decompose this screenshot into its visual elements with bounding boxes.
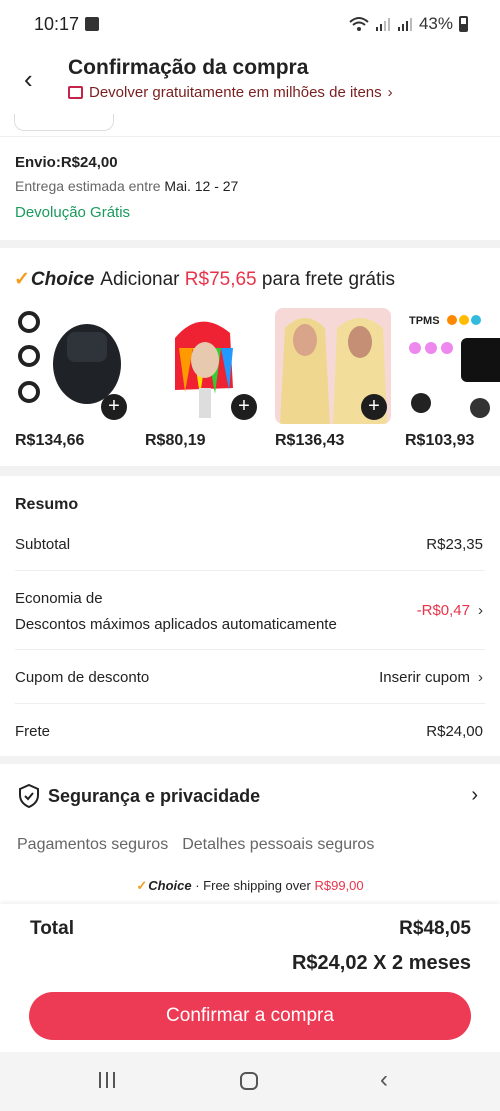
coupon-link: Inserir cupom <box>379 669 470 686</box>
back-nav-icon[interactable]: ‹ <box>380 1066 388 1094</box>
status-right: 43% <box>349 14 468 34</box>
shipping-fee-row: Frete R$24,00 <box>15 723 483 740</box>
security-section: Segurança e privacidade › Pagamentos seg… <box>0 764 500 904</box>
chevron-right-icon: › <box>387 84 393 101</box>
image-notification-icon <box>85 17 99 31</box>
confirm-purchase-button[interactable]: Confirmar a compra <box>29 992 471 1040</box>
recent-apps-icon[interactable] <box>99 1072 115 1088</box>
back-chevron-icon[interactable]: ‹ <box>24 64 33 95</box>
product-image[interactable]: + <box>275 308 391 424</box>
total-value: R$48,05 <box>399 918 471 939</box>
checkmark-icon: ✓ <box>14 269 30 290</box>
choice-logo-small: ✓Choice <box>136 878 192 893</box>
discount-subtext: Descontos máximos aplicados automaticame… <box>15 616 337 633</box>
quantity-pill[interactable] <box>14 114 114 131</box>
installment-text: R$24,02 X 2 meses <box>291 952 471 974</box>
header: ‹ Confirmação da compra Devolver gratuit… <box>0 50 500 120</box>
delivery-prefix: Entrega estimada entre <box>15 178 161 194</box>
security-title: Segurança e privacidade <box>48 786 261 806</box>
summary-title: Resumo <box>15 496 79 513</box>
product-card[interactable]: + R$136,43 <box>275 308 391 450</box>
free-shipping-banner: ✓Choice · Free shipping over R$99,00 <box>0 878 500 894</box>
return-box-icon <box>68 86 83 99</box>
subtotal-label: Subtotal <box>15 536 71 553</box>
secure-payments: Pagamentos seguros <box>17 836 169 853</box>
chevron-right-icon: › <box>478 669 483 686</box>
free-returns-text: Devolver gratuitamente em milhões de ite… <box>89 84 382 101</box>
coupon-row[interactable]: Cupom de desconto Inserir cupom › <box>15 669 483 686</box>
signal-icon-2 <box>397 18 412 31</box>
signal-icon <box>375 18 390 31</box>
product-image[interactable]: TPMS <box>405 308 500 424</box>
chevron-right-icon[interactable]: › <box>471 784 478 807</box>
shipping-fee-label: Frete <box>15 723 51 740</box>
security-items: Pagamentos seguros Detalhes pessoais seg… <box>17 836 374 854</box>
tpms-label: TPMS <box>409 315 440 327</box>
home-icon[interactable] <box>240 1072 258 1090</box>
free-shipping-text: · Free shipping over <box>195 878 311 893</box>
system-nav-bar: ‹ <box>0 1052 500 1111</box>
free-return-label: Devolução Grátis <box>15 204 131 221</box>
delivery-dates: Mai. 12 - 27 <box>164 178 239 194</box>
shipping-card: Envio:R$24,00 Entrega estimada entre Mai… <box>0 114 500 240</box>
total-label: Total <box>30 918 74 939</box>
add-prefix: Adicionar <box>100 268 180 290</box>
checkmark-icon: ✓ <box>136 878 148 893</box>
choice-section: ✓Choice Adicionar R$75,65 para frete grá… <box>0 248 500 466</box>
subtotal-value: R$23,35 <box>426 536 483 553</box>
discount-row[interactable]: Economia de -R$0,47 › <box>15 590 483 619</box>
wifi-icon <box>349 17 369 31</box>
divider <box>15 703 485 704</box>
shipping-fee-value: R$24,00 <box>426 723 483 740</box>
free-returns-link[interactable]: Devolver gratuitamente em milhões de ite… <box>68 84 393 101</box>
product-image[interactable]: + <box>15 308 131 424</box>
checkout-bar: Total R$48,05 R$24,02 X 2 meses Confirma… <box>0 904 500 1052</box>
add-to-cart-button[interactable]: + <box>101 394 127 420</box>
discount-label: Economia de <box>15 590 103 607</box>
product-price: R$136,43 <box>275 432 345 449</box>
add-suffix: para frete grátis <box>261 268 395 290</box>
add-amount: R$75,65 <box>184 268 257 290</box>
shipping-cost: Envio:R$24,00 <box>15 154 118 171</box>
choice-logo: ✓Choice <box>14 269 95 290</box>
shield-check-icon <box>19 784 39 808</box>
page-title: Confirmação da compra <box>68 56 309 79</box>
add-to-cart-button[interactable]: + <box>361 394 387 420</box>
product-price: R$103,93 <box>405 432 475 449</box>
add-to-cart-button[interactable]: + <box>231 394 257 420</box>
divider <box>0 136 500 137</box>
tpms-device-image: TPMS <box>405 308 500 424</box>
secure-personal-details: Detalhes pessoais seguros <box>182 836 375 853</box>
divider <box>15 570 485 571</box>
coupon-link-wrap[interactable]: Inserir cupom › <box>379 669 483 686</box>
summary-section: Resumo Subtotal R$23,35 Economia de -R$0… <box>0 476 500 756</box>
product-card[interactable]: + R$134,66 <box>15 308 131 450</box>
subtotal-row: Subtotal R$23,35 <box>15 536 483 553</box>
delivery-estimate: Entrega estimada entre Mai. 12 - 27 <box>15 178 238 194</box>
choice-title: ✓Choice Adicionar R$75,65 para frete grá… <box>14 268 395 291</box>
battery-icon <box>459 16 468 32</box>
product-price: R$134,66 <box>15 432 85 449</box>
divider <box>15 649 485 650</box>
battery-percent: 43% <box>418 14 453 33</box>
coupon-label: Cupom de desconto <box>15 669 150 686</box>
product-card[interactable]: TPMS R$103,93 <box>405 308 500 450</box>
status-bar: 10:17 43% <box>0 0 500 50</box>
product-image[interactable]: + <box>145 308 261 424</box>
status-time: 10:17 <box>34 14 80 34</box>
product-price: R$80,19 <box>145 432 206 449</box>
product-card[interactable]: + R$80,19 <box>145 308 261 450</box>
free-shipping-amount: R$99,00 <box>314 878 364 893</box>
